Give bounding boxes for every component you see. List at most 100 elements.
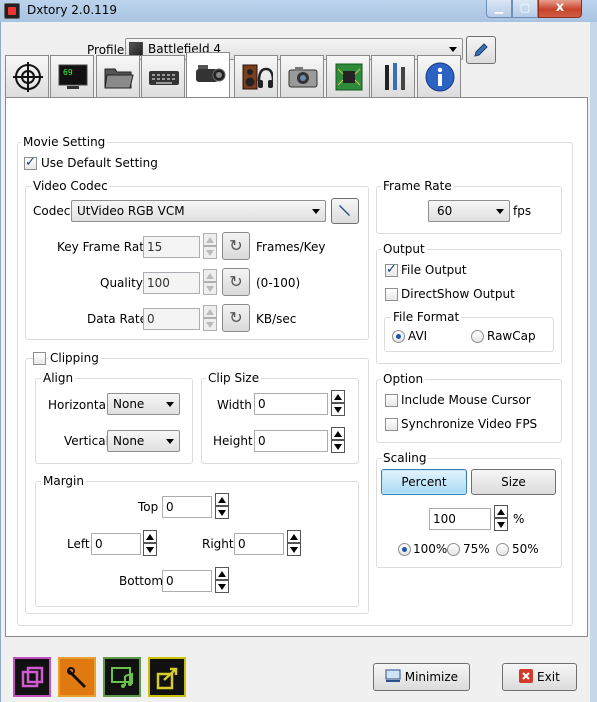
scale-50-label: 50% xyxy=(512,542,539,556)
wrench-icon xyxy=(67,667,86,688)
include-mouse-cursor-label: Include Mouse Cursor xyxy=(401,393,531,407)
bottom-export-button[interactable] xyxy=(148,657,186,697)
window-maximize-button[interactable]: ▢ xyxy=(512,0,538,18)
margin-left-spinner[interactable] xyxy=(143,530,157,556)
codec-dropdown[interactable]: UtVideo RGB VCM xyxy=(71,200,326,222)
minimize-button[interactable]: Minimize xyxy=(373,663,470,691)
horizontal-align-value: None xyxy=(113,397,145,411)
tab-tools[interactable] xyxy=(371,55,415,97)
quality-input[interactable]: 100 xyxy=(143,272,200,294)
key-frame-reset-button[interactable]: ↻ xyxy=(222,232,250,260)
use-default-setting-label: Use Default Setting xyxy=(41,156,158,170)
scaling-size-button[interactable]: Size xyxy=(471,469,556,495)
margin-top-spinner[interactable] xyxy=(215,493,229,519)
chevron-down-icon xyxy=(166,439,174,444)
rawcap-label: RawCap xyxy=(487,329,536,343)
video-codec-title: Video Codec xyxy=(31,179,110,193)
data-rate-reset-button[interactable]: ↻ xyxy=(222,304,250,332)
scale-100-label: 100% xyxy=(413,542,448,556)
codec-config-button[interactable] xyxy=(331,198,359,224)
tab-hotkey[interactable] xyxy=(141,55,185,97)
key-frame-rate-spinner[interactable] xyxy=(203,233,217,259)
chevron-down-icon xyxy=(496,209,504,214)
output-title: Output xyxy=(381,242,427,256)
pencil-icon xyxy=(474,43,488,57)
key-frame-rate-label: Key Frame Rate xyxy=(57,240,152,254)
bottom-windows-button[interactable] xyxy=(13,657,51,697)
tab-advanced[interactable] xyxy=(326,55,370,97)
scaling-percent-button[interactable]: Percent xyxy=(381,469,467,495)
margin-left-label: Left xyxy=(67,537,90,551)
data-rate-spinner[interactable] xyxy=(203,305,217,331)
frame-rate-unit: fps xyxy=(513,204,532,218)
wrench-icon xyxy=(339,205,350,216)
use-default-setting-checkbox[interactable] xyxy=(24,155,37,170)
vertical-align-value: None xyxy=(113,434,145,448)
scale-100-radio[interactable] xyxy=(398,543,411,556)
scaling-value-spinner[interactable] xyxy=(494,505,508,531)
export-icon xyxy=(156,667,178,690)
scale-50-radio[interactable] xyxy=(496,543,509,556)
synchronize-video-fps-checkbox[interactable] xyxy=(385,418,398,431)
horizontal-align-dropdown[interactable]: None xyxy=(107,393,180,415)
frame-rate-dropdown[interactable]: 60 xyxy=(428,200,510,222)
include-mouse-cursor-checkbox[interactable] xyxy=(385,394,398,407)
window-minimize-button[interactable]: ▁ xyxy=(486,0,512,18)
bottom-settings-button[interactable] xyxy=(58,657,96,697)
chip-icon xyxy=(335,63,363,91)
clipping-checkbox[interactable] xyxy=(33,352,46,365)
frame-rate-value: 60 xyxy=(437,204,453,218)
exit-button[interactable]: Exit xyxy=(502,663,577,691)
rawcap-radio[interactable] xyxy=(471,330,484,343)
width-label: Width xyxy=(217,398,252,412)
chevron-down-icon xyxy=(449,47,457,52)
margin-right-input[interactable]: 0 xyxy=(234,533,284,555)
margin-bottom-spinner[interactable] xyxy=(215,567,229,593)
vertical-align-dropdown[interactable]: None xyxy=(107,430,180,452)
codec-label: Codec xyxy=(33,204,71,218)
scale-75-radio[interactable] xyxy=(447,543,460,556)
window-close-button[interactable]: x xyxy=(538,0,582,18)
tab-overlay[interactable]: 69 xyxy=(50,55,94,97)
avi-radio[interactable] xyxy=(392,330,405,343)
quality-spinner[interactable] xyxy=(203,269,217,295)
margin-right-spinner[interactable] xyxy=(287,530,301,556)
tab-screenshot[interactable] xyxy=(280,55,324,97)
clip-width-input[interactable]: 0 xyxy=(254,393,328,415)
margin-bottom-label: Bottom xyxy=(119,574,164,588)
bottom-media-button[interactable] xyxy=(103,657,141,697)
margin-bottom-input[interactable]: 0 xyxy=(162,570,212,592)
clip-height-spinner[interactable] xyxy=(331,427,345,453)
directshow-output-checkbox[interactable] xyxy=(385,288,398,301)
scaling-title: Scaling xyxy=(381,451,429,465)
clip-width-spinner[interactable] xyxy=(331,390,345,416)
file-output-checkbox[interactable] xyxy=(385,262,398,277)
file-output-label: File Output xyxy=(401,263,467,277)
quality-reset-button[interactable]: ↻ xyxy=(222,268,250,296)
tab-folder[interactable] xyxy=(96,55,140,97)
margin-left-input[interactable]: 0 xyxy=(91,533,141,555)
speaker-headphones-icon xyxy=(242,64,273,90)
align-title: Align xyxy=(41,371,76,385)
margin-title: Margin xyxy=(41,474,86,488)
margin-top-input[interactable]: 0 xyxy=(162,496,212,518)
exit-icon xyxy=(519,669,534,683)
vertical-label: Vertical xyxy=(64,434,109,448)
margin-top-label: Top xyxy=(138,500,159,514)
tab-movie[interactable] xyxy=(186,52,230,98)
key-frame-unit: Frames/Key xyxy=(256,240,326,254)
scaling-value-input[interactable]: 100 xyxy=(429,508,491,530)
clip-height-input[interactable]: 0 xyxy=(254,430,328,452)
edit-profile-button[interactable] xyxy=(466,36,496,64)
tab-audio[interactable] xyxy=(234,55,278,97)
tab-info[interactable] xyxy=(417,55,461,97)
data-rate-input[interactable]: 0 xyxy=(143,308,200,330)
avi-label: AVI xyxy=(408,329,428,343)
scaling-unit: % xyxy=(513,512,525,526)
svg-text:69: 69 xyxy=(63,68,73,77)
folder-icon xyxy=(104,68,134,89)
camera-icon xyxy=(288,67,318,88)
tab-crosshair[interactable] xyxy=(5,55,49,97)
margin-right-label: Right xyxy=(202,537,234,551)
key-frame-rate-input[interactable]: 15 xyxy=(143,236,200,258)
